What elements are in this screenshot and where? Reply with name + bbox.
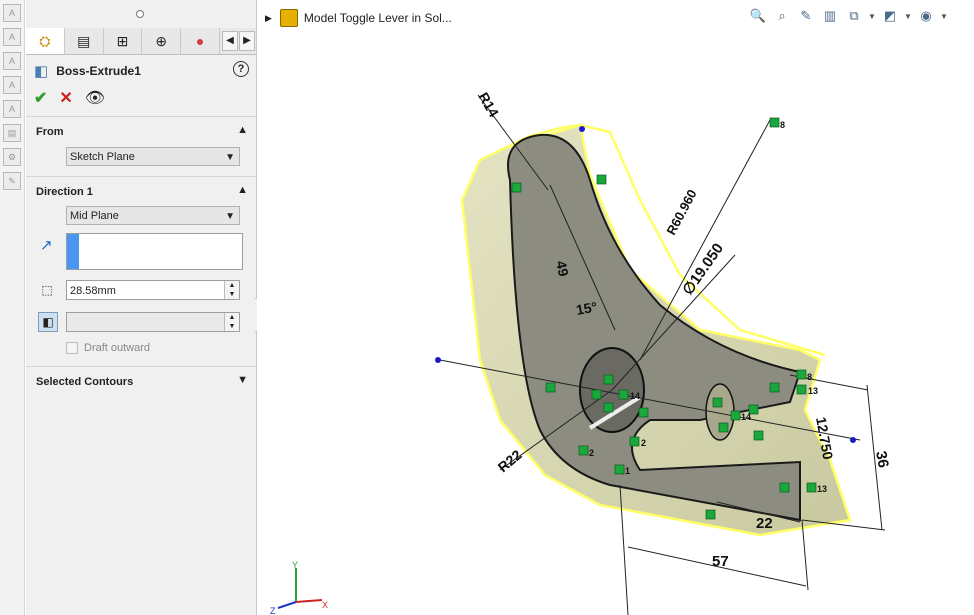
chevron-down-icon[interactable]: ▼ xyxy=(237,374,248,386)
ok-button[interactable]: ✔ xyxy=(34,88,47,108)
color-wheel-icon: ● xyxy=(195,33,205,49)
selected-contours-section: Selected Contours ▼ xyxy=(26,366,256,397)
feature-header: ◧ Boss-Extrude1 ? xyxy=(34,60,249,82)
collapse-chevron-icon[interactable]: ▲ xyxy=(237,184,248,196)
rel-8a: 8 xyxy=(780,120,785,130)
chevron-down-icon: ▼ xyxy=(225,211,235,222)
left-tool-strip: A A A A A ▤ ⚙ ✎ xyxy=(0,0,25,615)
preview-eye-icon[interactable]: 👁 xyxy=(85,88,105,108)
triad-z-label: Z xyxy=(270,606,276,615)
dim-r22[interactable]: R22 xyxy=(495,446,525,475)
sketch-tool-icon[interactable]: ▤ xyxy=(3,124,21,142)
dim-r60[interactable]: R60.960 xyxy=(663,187,699,237)
config-icon: ⊞ xyxy=(116,32,129,49)
view-orientation-icon[interactable]: ⧉ xyxy=(844,6,864,26)
spin-arrows-icon: ▲ ▼ xyxy=(224,313,239,331)
end-condition-select[interactable]: Mid Plane ▼ xyxy=(66,206,240,225)
direction-selection-box[interactable] xyxy=(66,233,243,270)
previous-view-icon[interactable]: ✎ xyxy=(796,6,816,26)
tab-scroll-left-icon[interactable]: ◀ xyxy=(221,31,238,51)
sketch-tool-icon[interactable]: A xyxy=(3,4,21,22)
chevron-down-icon[interactable]: ▼ xyxy=(904,12,912,21)
dim-36[interactable]: 36 xyxy=(872,450,892,469)
help-icon[interactable]: ? xyxy=(233,61,249,77)
document-breadcrumb[interactable]: ▶ Model Toggle Lever in Sol... xyxy=(265,9,452,27)
tab-dimxpert[interactable]: ⊕ xyxy=(142,28,182,54)
direction1-title: Direction 1 xyxy=(36,186,93,198)
sketch-tool-icon[interactable]: A xyxy=(3,100,21,118)
tab-scroll-right-icon[interactable]: ▶ xyxy=(238,31,255,51)
depth-icon: ⬚ xyxy=(41,283,53,297)
rel-2a: 2 xyxy=(641,438,646,448)
depth-input[interactable]: 28.58mm ▲ ▼ xyxy=(66,280,240,300)
sketch-tool-icon[interactable]: ⚙ xyxy=(3,148,21,166)
rel-2b: 2 xyxy=(589,448,594,458)
feature-title: Boss-Extrude1 xyxy=(56,64,141,78)
model-view[interactable]: R14 R60.960 49 ∅19.050 15° R22 12.750 36… xyxy=(257,30,974,615)
rel-8b: 8 xyxy=(807,372,812,382)
from-title: From xyxy=(36,126,64,138)
draft-outward-label: Draft outward xyxy=(84,342,151,354)
rel-14b: 14 xyxy=(741,412,751,422)
part-icon xyxy=(279,9,298,27)
rel-13a: 13 xyxy=(808,386,818,396)
from-value: Sketch Plane xyxy=(70,151,135,163)
chevron-down-icon: ▼ xyxy=(225,152,235,163)
selected-contours-title: Selected Contours xyxy=(36,376,134,388)
zoom-to-fit-icon[interactable]: 🔍 xyxy=(748,6,768,26)
rel-14a: 14 xyxy=(630,391,640,401)
rel-13b: 13 xyxy=(817,484,827,494)
section-view-icon[interactable]: ▥ xyxy=(820,6,840,26)
heads-up-toolbar: 🔍 ⌕ ✎ ▥ ⧉ ▼ ◩ ▼ ◉ ▼ xyxy=(748,6,948,26)
draft-angle-input: ▲ ▼ xyxy=(66,312,240,332)
direction-arrow-icon[interactable]: ↗ xyxy=(40,236,53,254)
sketch-tool-icon[interactable]: A xyxy=(3,28,21,46)
tab-feature-manager[interactable]: ⛭ xyxy=(26,28,65,54)
dim-r14[interactable]: R14 xyxy=(475,90,502,120)
expand-arrow-icon[interactable]: ▶ xyxy=(265,13,272,24)
chevron-down-icon[interactable]: ▼ xyxy=(940,12,948,21)
crosshair-icon: ⊕ xyxy=(155,32,168,49)
from-section: From ▲ Sketch Plane ▼ xyxy=(26,116,256,177)
extrude-icon: ◧ xyxy=(34,63,49,80)
sketch-tool-icon[interactable]: ✎ xyxy=(3,172,21,190)
property-icon: ▤ xyxy=(77,32,91,49)
chevron-down-icon[interactable]: ▼ xyxy=(868,12,876,21)
direction1-section: Direction 1 ▲ Mid Plane ▼ xyxy=(26,176,256,367)
hide-show-items-icon[interactable]: ◉ xyxy=(916,6,936,26)
rel-1: 1 xyxy=(625,466,630,476)
triad-y-label: Y xyxy=(292,560,298,570)
manager-tabs: ⛭ ▤ ⊞ ⊕ ● ◀ ▶ xyxy=(26,28,256,55)
draft-icon[interactable]: ◧ xyxy=(38,312,58,332)
draft-outward-checkbox[interactable]: Draft outward xyxy=(66,342,150,354)
tab-property-manager[interactable]: ▤ xyxy=(65,28,104,54)
reference-triad: Y X Z xyxy=(270,560,328,615)
depth-value: 28.58mm xyxy=(70,285,116,297)
cancel-button[interactable]: ✕ xyxy=(59,88,72,108)
zoom-area-icon[interactable]: ⌕ xyxy=(772,6,792,26)
tab-display-manager[interactable]: ● xyxy=(181,28,220,54)
panel-handle[interactable] xyxy=(26,0,256,29)
feature-tree-icon: ⛭ xyxy=(39,32,51,49)
spin-arrows-icon[interactable]: ▲ ▼ xyxy=(224,281,239,299)
dim-22[interactable]: 22 xyxy=(756,515,773,532)
document-title: Model Toggle Lever in Sol... xyxy=(303,11,452,25)
confirm-bar: ✔ ✕ 👁 xyxy=(34,88,105,108)
sketch-tool-icon[interactable]: A xyxy=(3,76,21,94)
tab-configuration-manager[interactable]: ⊞ xyxy=(104,28,143,54)
property-manager: ⛭ ▤ ⊞ ⊕ ● ◀ ▶ ◧ Boss-Extrude1 ? ✔ ✕ 👁 Fr… xyxy=(26,0,257,615)
collapse-chevron-icon[interactable]: ▲ xyxy=(237,124,248,136)
dim-57[interactable]: 57 xyxy=(712,553,729,570)
sketch-tool-icon[interactable]: A xyxy=(3,52,21,70)
end-condition-value: Mid Plane xyxy=(70,210,119,222)
display-style-icon[interactable]: ◩ xyxy=(880,6,900,26)
triad-x-label: X xyxy=(322,600,328,610)
from-select[interactable]: Sketch Plane ▼ xyxy=(66,147,240,166)
